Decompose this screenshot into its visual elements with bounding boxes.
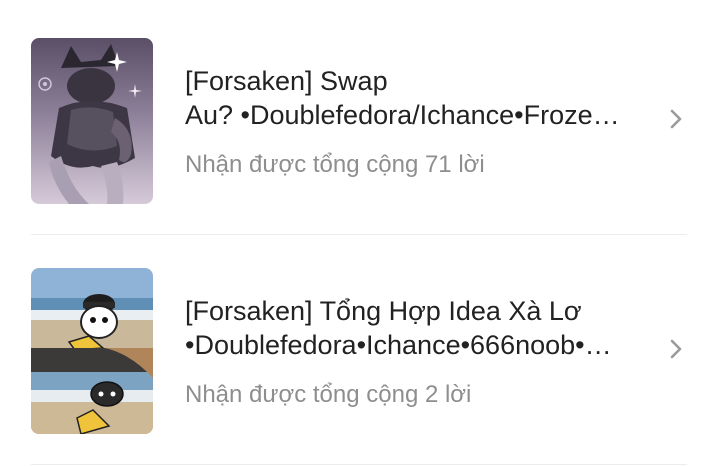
chevron-right-icon[interactable] [664, 336, 688, 362]
story-list-item[interactable]: [Forsaken] Tổng Hợp Idea Xà Lơ •Doublefe… [0, 236, 718, 466]
story-title: [Forsaken] Swap Au? •Doublefedora/Ichanc… [185, 64, 633, 132]
chevron-right-icon[interactable] [664, 106, 688, 132]
story-reply-count: Nhận được tổng cộng 71 lời [185, 151, 485, 178]
story-title: [Forsaken] Tổng Hợp Idea Xà Lơ •Doublefe… [185, 294, 633, 362]
story-reply-count: Nhận được tổng cộng 2 lời [185, 381, 472, 408]
story-list-item[interactable]: [Forsaken] Swap Au? •Doublefedora/Ichanc… [0, 6, 718, 236]
story-title-line: Au? •Doublefedora/Ichance•Frozen•… [185, 100, 633, 130]
story-thumbnail [31, 268, 153, 434]
list-divider [31, 234, 687, 235]
story-title-line: [Forsaken] Swap [185, 66, 388, 96]
story-title-line: [Forsaken] Tổng Hợp Idea Xà Lơ [185, 296, 582, 326]
story-title-line: •Doublefedora•Ichance•666noob•… [185, 330, 612, 360]
story-thumbnail [31, 38, 153, 204]
